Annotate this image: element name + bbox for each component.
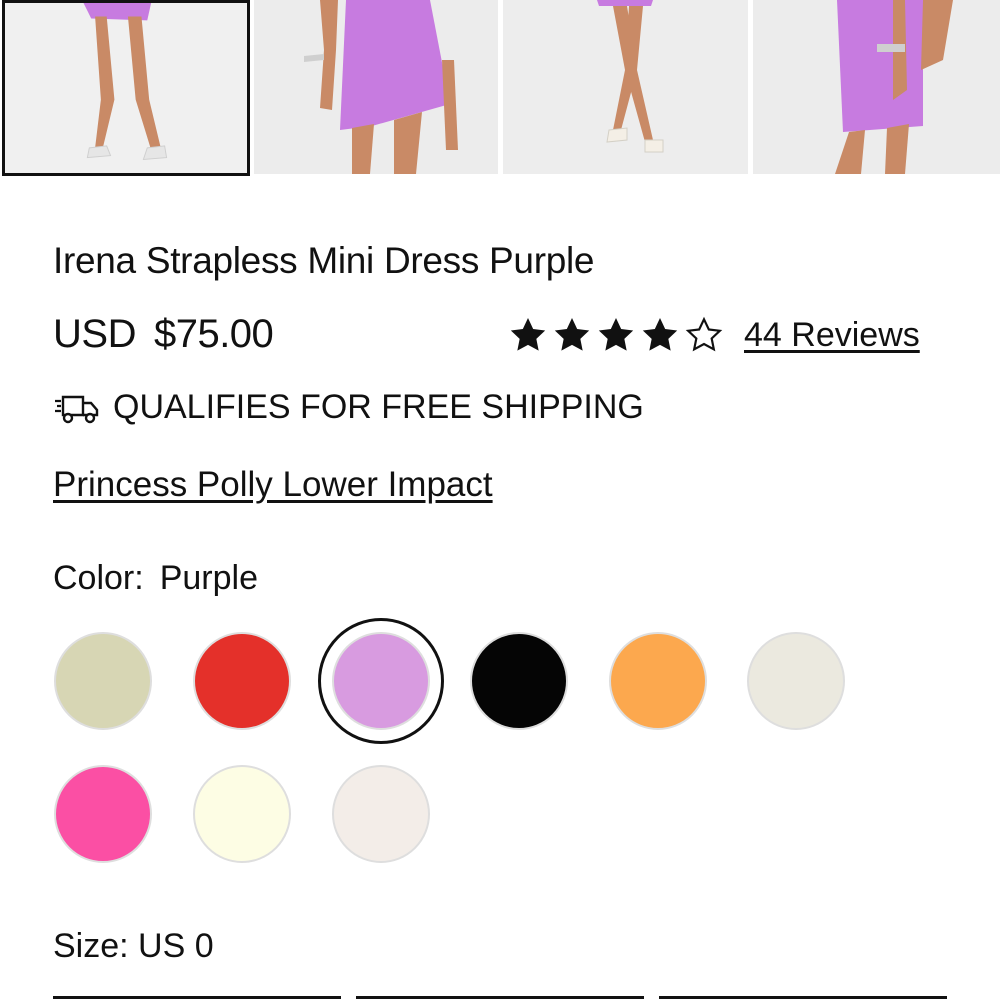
thumbnail-3[interactable]: [503, 0, 748, 174]
color-label-row: Color: Purple: [53, 559, 258, 598]
currency-label: USD: [53, 312, 136, 356]
color-value: Purple: [159, 559, 258, 597]
size-options: [53, 996, 947, 1000]
swatch-red[interactable]: [193, 632, 291, 730]
star-outline-icon: [684, 315, 724, 355]
thumbnail-2[interactable]: [254, 0, 498, 174]
swatch-off-white[interactable]: [332, 765, 430, 863]
swatch-purple[interactable]: [332, 632, 430, 730]
star-filled-icon: [552, 315, 592, 355]
shipping-notice: QUALIFIES FOR FREE SHIPPING: [53, 388, 644, 427]
size-option[interactable]: [53, 996, 341, 1000]
swatch-hot-pink[interactable]: [54, 765, 152, 863]
thumbnail-image-side: [254, 0, 498, 174]
thumbnail-4[interactable]: [753, 0, 1000, 174]
lower-impact-link[interactable]: Princess Polly Lower Impact: [53, 465, 493, 505]
swatch-orange[interactable]: [609, 632, 707, 730]
image-gallery-strip: [0, 0, 1000, 176]
size-label: Size: US 0: [53, 927, 214, 965]
thumbnail-image-side-close: [753, 0, 1000, 174]
star-filled-icon: [640, 315, 680, 355]
shipping-label: QUALIFIES FOR FREE SHIPPING: [113, 388, 644, 426]
product-title: Irena Strapless Mini Dress Purple: [53, 240, 595, 281]
price-value: $75.00: [153, 312, 274, 356]
thumbnail-1[interactable]: [2, 0, 250, 176]
swatch-black[interactable]: [470, 632, 568, 730]
star-filled-icon: [596, 315, 636, 355]
swatch-cream[interactable]: [747, 632, 845, 730]
thumbnail-image-crossed-legs: [503, 0, 748, 174]
reviews-link[interactable]: 44 Reviews: [744, 316, 920, 355]
star-filled-icon: [508, 315, 548, 355]
size-option[interactable]: [659, 996, 947, 1000]
swatch-sage[interactable]: [54, 632, 152, 730]
size-option[interactable]: [356, 996, 644, 1000]
thumbnail-image-legs-front: [6, 3, 246, 173]
truck-icon: [53, 391, 99, 425]
color-label: Color:: [53, 559, 144, 597]
swatch-light-yellow[interactable]: [193, 765, 291, 863]
rating-block: 44 Reviews: [508, 311, 920, 359]
price-row: USD $75.00: [53, 312, 274, 357]
